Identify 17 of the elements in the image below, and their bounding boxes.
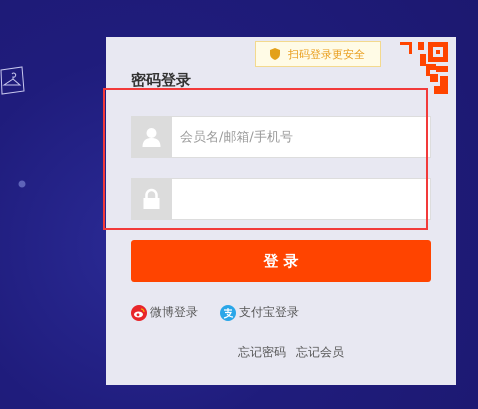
forgot-link[interactable]: 忘记密码 <box>238 344 286 361</box>
qr-code-icon[interactable] <box>398 40 450 96</box>
hanger-icon <box>0 66 25 96</box>
social-login-link[interactable]: 支付宝登录 <box>220 304 299 321</box>
user-icon <box>131 116 172 158</box>
login-button[interactable]: 登 录 <box>131 240 431 282</box>
lock-icon <box>131 178 172 220</box>
weibo-icon <box>131 304 147 320</box>
shield-icon <box>270 48 280 60</box>
password-field[interactable] <box>172 178 431 220</box>
forgot-link[interactable]: 忘记会员 <box>296 344 344 361</box>
tooltip-text: 扫码登录更安全 <box>288 46 365 62</box>
dot-icon <box>18 180 26 188</box>
alipay-icon <box>220 304 236 320</box>
username-field[interactable]: 会员名/邮箱/手机号 <box>172 116 431 158</box>
social-login-link[interactable]: 微博登录 <box>131 304 198 321</box>
login-title: 密码登录 <box>131 70 191 90</box>
